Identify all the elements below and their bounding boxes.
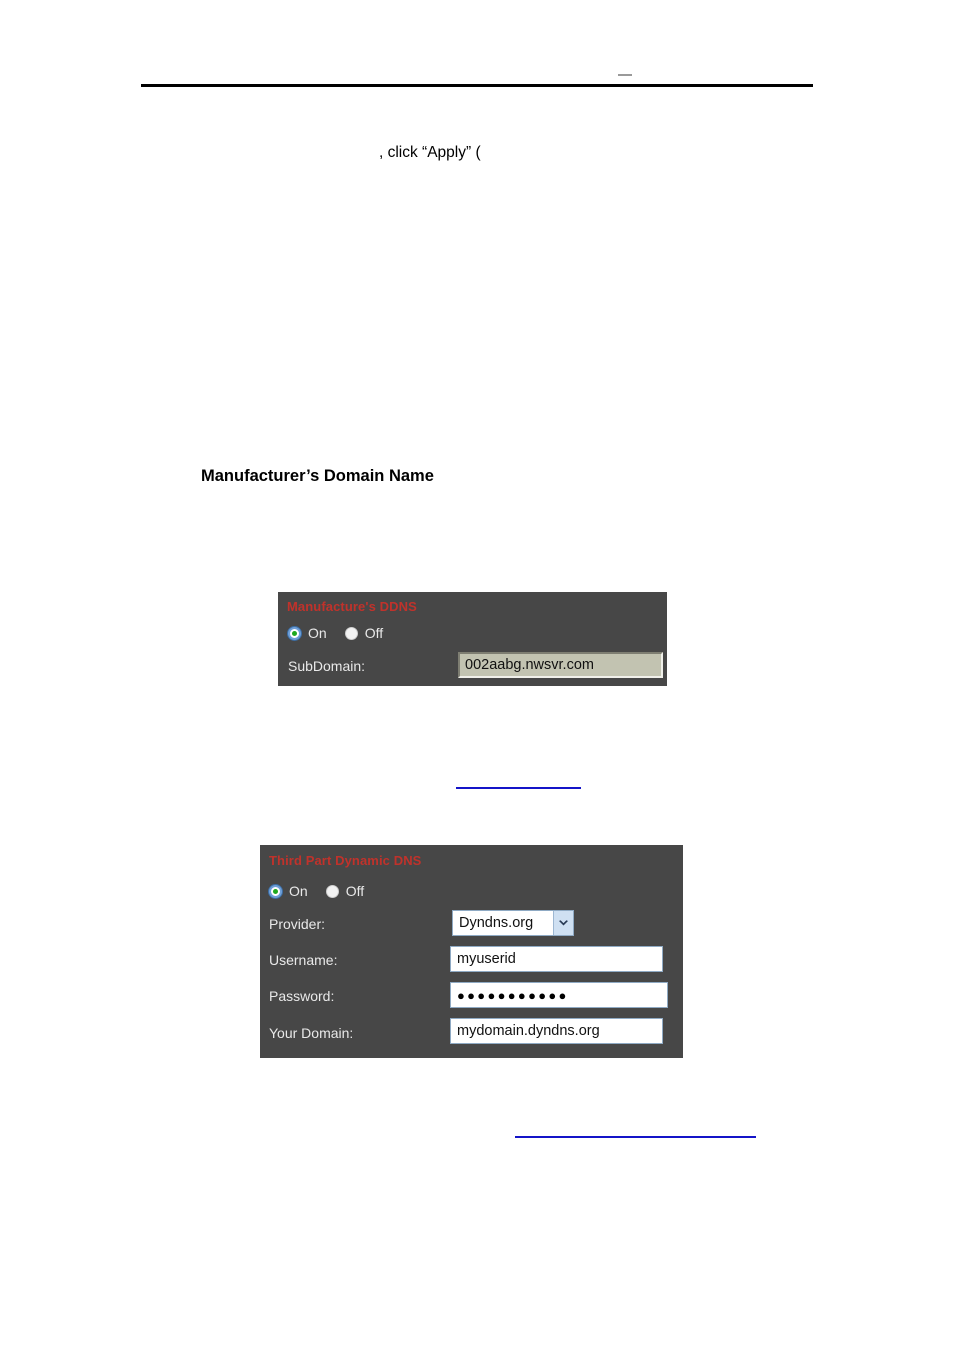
third-party-ddns-radio-off[interactable] xyxy=(325,884,339,898)
third-party-ddns-panel: Third Part Dynamic DNS On Off Provider: … xyxy=(260,845,683,1058)
your-domain-input[interactable]: mydomain.dyndns.org xyxy=(450,1018,663,1044)
provider-select[interactable]: Dyndns.org xyxy=(452,910,574,936)
username-label: Username: xyxy=(269,952,338,968)
third-party-ddns-title: Third Part Dynamic DNS xyxy=(269,853,422,868)
manufacture-ddns-title: Manufacture's DDNS xyxy=(287,599,417,614)
third-party-ddns-radio-group: On Off xyxy=(269,883,364,899)
page-header-rule xyxy=(141,84,813,87)
third-party-ddns-radio-on-label: On xyxy=(289,883,308,899)
manufacture-ddns-panel: Manufacture's DDNS On Off SubDomain: 002… xyxy=(278,592,667,686)
manufacture-ddns-radio-on-label: On xyxy=(308,625,327,641)
password-label: Password: xyxy=(269,988,335,1004)
your-domain-label: Your Domain: xyxy=(269,1025,354,1041)
manufacture-ddns-radio-off-label: Off xyxy=(364,625,384,641)
chevron-down-icon xyxy=(553,911,573,935)
password-input[interactable]: ●●●●●●●●●●● xyxy=(450,982,668,1008)
provider-select-value: Dyndns.org xyxy=(459,915,534,931)
subdomain-input[interactable]: 002aabg.nwsvr.com xyxy=(458,652,663,678)
apply-instruction-text: , click “Apply” ( xyxy=(379,144,481,161)
third-party-ddns-radio-on[interactable] xyxy=(269,884,282,898)
provider-label: Provider: xyxy=(269,916,326,932)
manufacture-ddns-radio-group: On Off xyxy=(288,625,383,641)
subdomain-label: SubDomain: xyxy=(288,658,366,674)
third-party-ddns-radio-off-label: Off xyxy=(345,883,365,899)
manufacture-ddns-radio-off[interactable] xyxy=(344,626,358,640)
username-input[interactable]: myuserid xyxy=(450,946,663,972)
page-header-mark xyxy=(618,74,632,76)
hyperlink-underline-lower[interactable] xyxy=(515,1136,756,1138)
manufacture-ddns-radio-on[interactable] xyxy=(288,626,301,640)
hyperlink-underline-upper[interactable] xyxy=(456,787,581,789)
section-heading-manufacturers-domain-name: Manufacturer’s Domain Name xyxy=(201,467,434,485)
